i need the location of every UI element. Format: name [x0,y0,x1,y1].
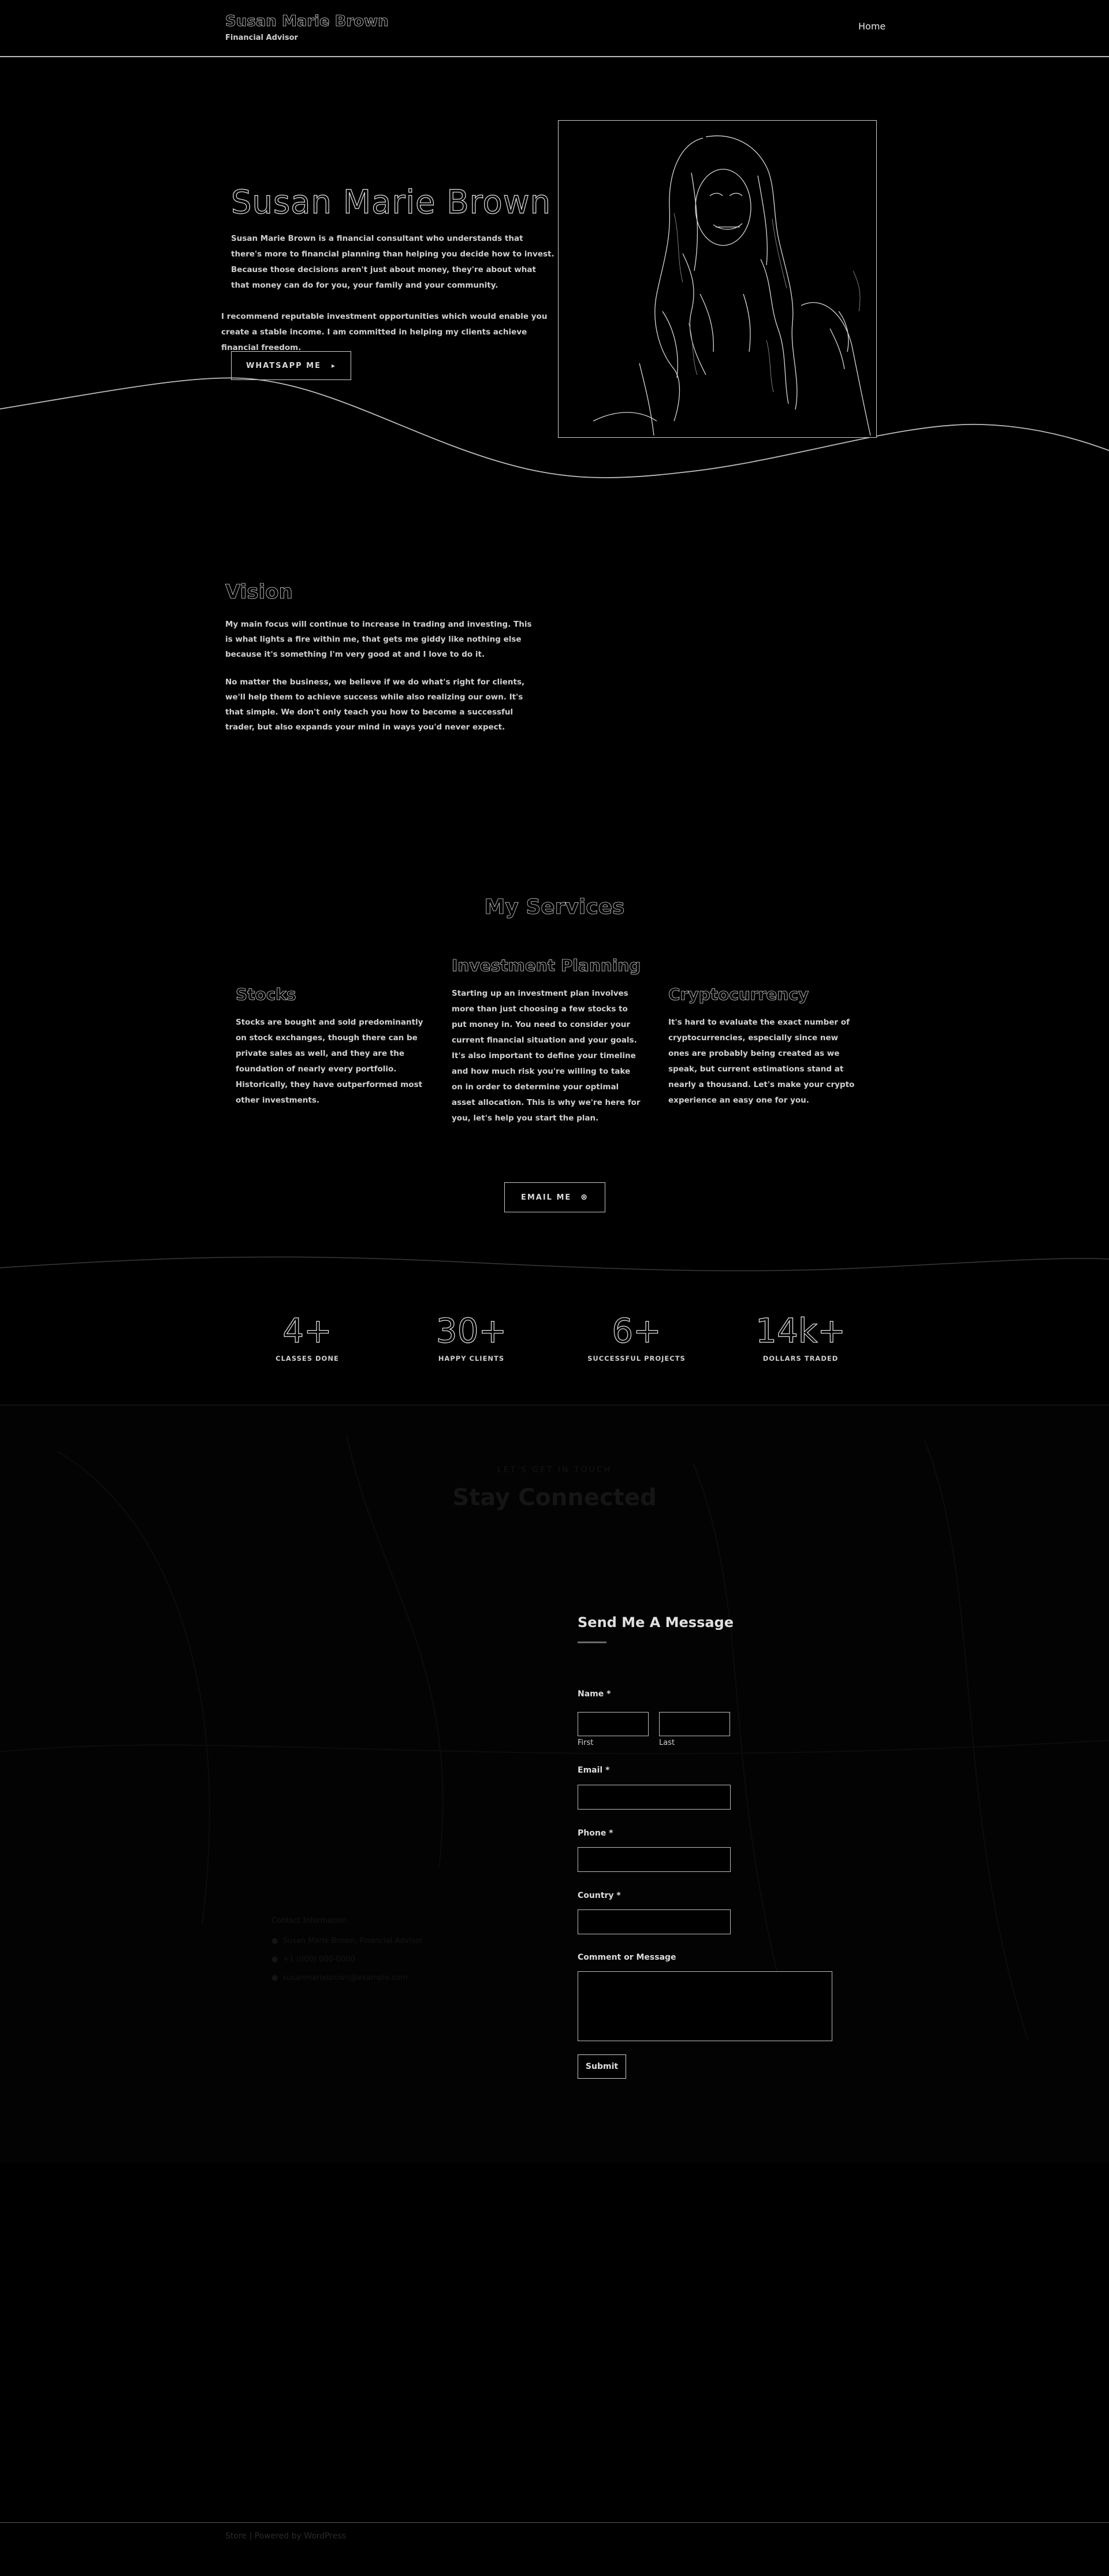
vision-heading: Vision [225,580,293,604]
phone-input[interactable] [578,1847,731,1872]
service-stocks-text: Stocks are bought and sold predominantly… [236,1018,423,1105]
close-circle-icon: ⊗ [580,1193,589,1202]
hero-wave-divider [0,377,1109,478]
stats-wave-divider [0,1256,1109,1271]
contact-info-name: ● Susan Marie Brown, Financial Advisor [271,1937,423,1945]
stat-projects-label: SUCCESSFUL PROJECTS [587,1354,686,1363]
footer-divider [0,2522,1109,2523]
phone-label: Phone * [578,1829,613,1838]
contact-info-email-text: susanmariebrown@example.com [282,1974,408,1982]
service-stocks-title: Stocks [236,985,296,1004]
submit-button[interactable]: Submit [578,2054,626,2079]
form-heading-underline [578,1641,606,1643]
country-input[interactable] [578,1909,731,1934]
contact-info-phone: ● +1 (000) 000-0000 [271,1955,355,1964]
site-tagline: Financial Advisor [225,33,298,42]
nav-home-link[interactable]: Home [858,21,885,32]
service-investment-planning-title: Investment Planning [452,956,641,976]
service-cryptocurrency-title: Cryptocurrency [668,985,809,1004]
first-name-input[interactable] [578,1712,649,1736]
stat-classes-label: CLASSES DONE [276,1354,339,1363]
last-name-sublabel: Last [659,1739,675,1747]
vision-paragraph-2: No matter the business, we believe if we… [225,677,525,732]
hero-commitment-paragraph: I recommend reputable investment opportu… [221,312,548,352]
hero-intro-paragraph: Susan Marie Brown is a financial consult… [231,234,554,290]
vision-paragraph-1: My main focus will continue to increase … [225,620,532,659]
comment-textarea[interactable] [578,1971,832,2041]
advisor-portrait-image [558,120,877,438]
header-divider [0,56,1109,57]
chevron-right-icon: ▸ [331,362,336,370]
whatsapp-button-label: WHATSAPP ME [246,361,321,370]
stat-dollars-value: 14k+ [755,1311,846,1350]
email-label: Email * [578,1766,610,1775]
email-button-label: EMAIL ME [520,1193,572,1202]
services-heading: My Services [484,895,625,920]
stat-clients-label: HAPPY CLIENTS [438,1354,505,1363]
service-investment-planning-text: Starting up an investment plan involves … [452,989,641,1123]
last-name-input[interactable] [659,1712,730,1736]
contact-heading: Stay Connected [452,1484,657,1511]
comment-label: Comment or Message [578,1953,676,1962]
stat-clients-value: 30+ [436,1311,507,1350]
phone-icon: ● [271,1955,278,1964]
email-input[interactable] [578,1785,731,1810]
hero-name-heading: Susan Marie Brown [230,183,552,221]
contact-kicker: LET'S GET IN TOUCH [497,1465,612,1475]
stat-dollars-label: DOLLARS TRADED [762,1354,839,1363]
country-label: Country * [578,1891,621,1900]
contact-background-texture [0,1434,1109,2041]
portrait-sketch [593,135,871,436]
contact-info-title: Contact Information [271,1916,347,1925]
email-me-button[interactable]: EMAIL ME ⊗ [504,1182,605,1212]
contact-section-background [0,1405,1109,2163]
mail-icon: ● [271,1974,278,1982]
first-name-sublabel: First [578,1739,594,1747]
form-heading: Send Me A Message [578,1614,734,1631]
stat-projects-value: 6+ [612,1311,662,1350]
name-label: Name * [578,1689,611,1699]
stat-classes-value: 4+ [282,1311,333,1350]
service-cryptocurrency-text: It's hard to evaluate the exact number o… [668,1018,855,1105]
footer-credit[interactable]: Store | Powered by WordPress [225,2532,346,2541]
user-icon: ● [271,1937,278,1945]
site-title[interactable]: Susan Marie Brown [225,13,389,31]
contact-info-email: ● susanmariebrown@example.com [271,1974,408,1982]
contact-info-name-text: Susan Marie Brown, Financial Advisor [282,1937,423,1945]
contact-info-phone-text: +1 (000) 000-0000 [282,1955,355,1964]
